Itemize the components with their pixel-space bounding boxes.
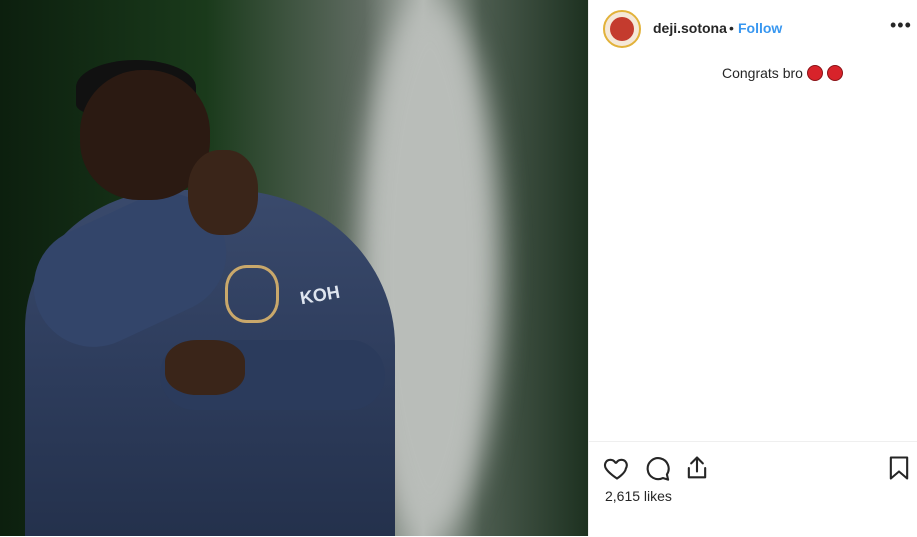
red-circle-emoji: [806, 65, 823, 81]
player-hand: [188, 150, 258, 235]
bookmark-icon[interactable]: [885, 454, 913, 482]
post-actions: 2,615 likes: [589, 441, 917, 537]
more-options-icon[interactable]: •••: [890, 15, 912, 36]
share-icon[interactable]: [683, 454, 711, 482]
heart-icon[interactable]: [603, 454, 631, 482]
likes-count[interactable]: 2,615 likes: [605, 488, 672, 504]
red-circle-emoji: [826, 65, 843, 81]
post-header: deji.sotona • Follow •••: [589, 0, 917, 56]
separator-dot: •: [729, 20, 734, 36]
caption: Congrats bro: [722, 65, 843, 81]
comment-icon[interactable]: [643, 454, 671, 482]
club-crest: [225, 265, 279, 323]
avatar[interactable]: [603, 10, 641, 48]
username[interactable]: deji.sotona: [653, 20, 727, 36]
post-photo[interactable]: KOH: [0, 0, 588, 536]
avatar-image: [610, 17, 634, 41]
post-side-panel: deji.sotona • Follow ••• Congrats bro 2,…: [588, 0, 917, 536]
player-hand: [165, 340, 245, 395]
follow-button[interactable]: Follow: [738, 20, 782, 36]
caption-text: Congrats bro: [722, 65, 803, 81]
